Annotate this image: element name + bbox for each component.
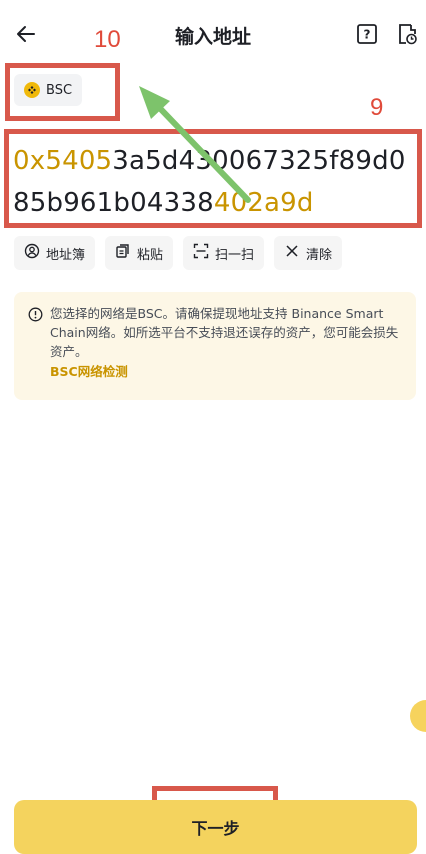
paste-button[interactable]: 粘贴 <box>105 236 174 270</box>
scan-button[interactable]: 扫一扫 <box>183 236 265 270</box>
next-step-button[interactable]: 下一步 <box>14 800 417 854</box>
paste-label: 粘贴 <box>137 247 164 263</box>
info-circle-icon <box>28 307 43 322</box>
floating-assistant-tab[interactable] <box>410 700 426 732</box>
close-icon <box>284 243 300 263</box>
address-book-icon <box>24 243 40 263</box>
scan-label: 扫一扫 <box>215 247 255 263</box>
address-actions: 地址簿 粘贴 扫一扫 清除 <box>14 236 343 270</box>
address-book-button[interactable]: 地址簿 <box>14 236 96 270</box>
paste-icon <box>115 243 131 263</box>
scan-icon <box>193 243 209 263</box>
address-book-label: 地址簿 <box>46 247 86 263</box>
clear-label: 清除 <box>306 247 333 263</box>
notice-text: 您选择的网络是BSC。请确保提现地址支持 Binance Smart Chain… <box>50 306 399 359</box>
network-notice: 您选择的网络是BSC。请确保提现地址支持 Binance Smart Chain… <box>14 292 416 400</box>
clear-button[interactable]: 清除 <box>274 236 343 270</box>
bsc-network-check-link[interactable]: BSC网络检测 <box>50 361 128 380</box>
